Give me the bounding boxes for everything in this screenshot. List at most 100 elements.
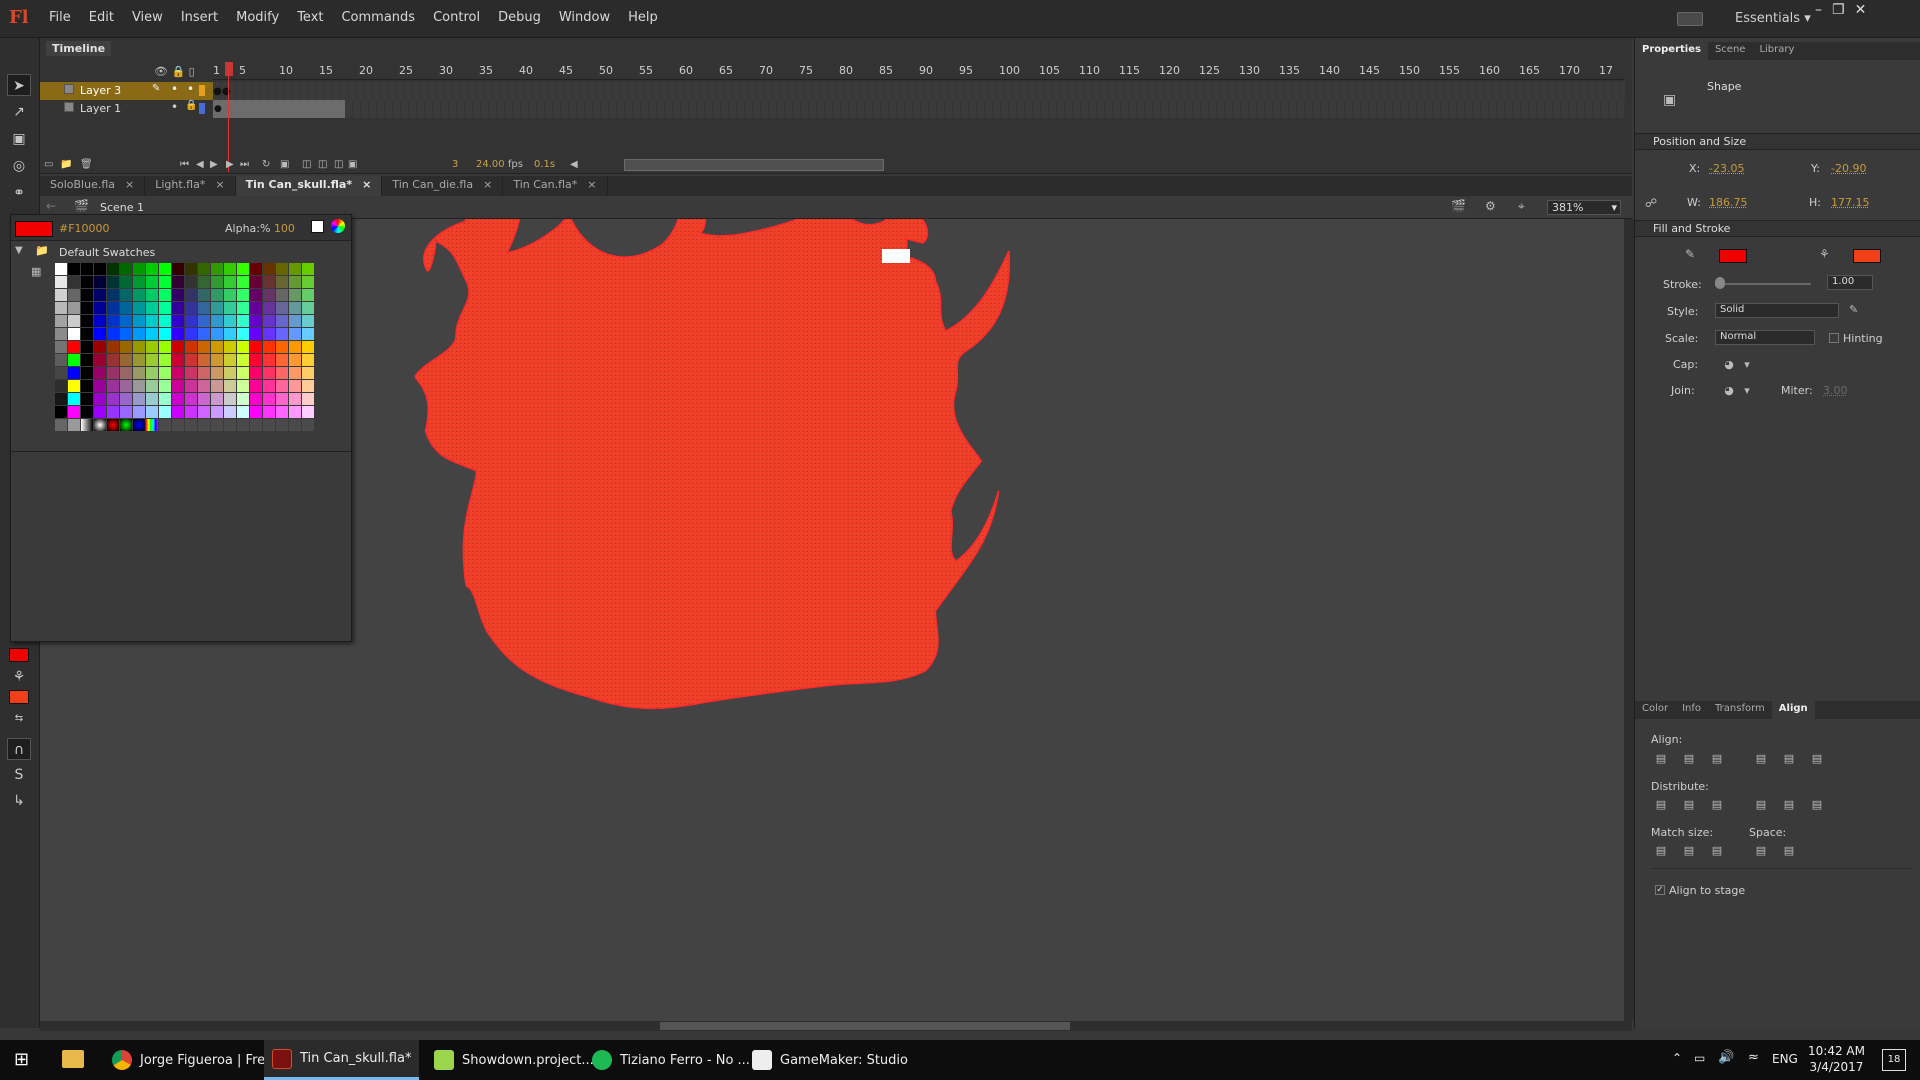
stage-vscroll[interactable]	[1624, 219, 1634, 1021]
color-swatch[interactable]	[55, 263, 67, 275]
tab-properties[interactable]: Properties	[1635, 42, 1708, 60]
color-swatch[interactable]	[81, 354, 93, 366]
color-swatch[interactable]	[146, 289, 158, 301]
join-round-icon[interactable]: ◕	[1721, 384, 1737, 398]
color-swatch[interactable]	[224, 406, 236, 418]
color-swatch[interactable]	[211, 263, 223, 275]
tab-color[interactable]: Color	[1635, 701, 1675, 719]
color-swatch[interactable]	[120, 380, 132, 392]
selection-tool-icon[interactable]: ➤	[7, 74, 31, 96]
match-width-icon[interactable]: ▤	[1653, 844, 1669, 858]
color-swatch[interactable]	[185, 276, 197, 288]
tab-scene[interactable]: Scene	[1708, 42, 1753, 60]
color-swatch[interactable]	[237, 380, 249, 392]
scale-select[interactable]: Normal	[1715, 330, 1815, 345]
scroll-left-icon[interactable]: ◀	[570, 159, 578, 170]
color-swatch[interactable]	[107, 367, 119, 379]
color-swatch[interactable]	[237, 289, 249, 301]
color-swatch[interactable]	[211, 354, 223, 366]
color-swatch[interactable]	[94, 315, 106, 327]
color-swatch[interactable]	[185, 367, 197, 379]
gradient-swatch[interactable]	[224, 419, 236, 431]
color-swatch[interactable]	[146, 276, 158, 288]
color-swatch[interactable]	[263, 393, 275, 405]
color-swatch[interactable]	[68, 406, 80, 418]
stroke-slider-track[interactable]	[1715, 283, 1811, 285]
color-swatch[interactable]	[224, 263, 236, 275]
step-back-icon[interactable]: ◀	[196, 159, 204, 170]
hscroll-thumb[interactable]	[660, 1022, 1070, 1030]
color-swatch[interactable]	[107, 328, 119, 340]
chevron-down-icon[interactable]: ▾	[1739, 384, 1755, 398]
menu-help[interactable]: Help	[619, 10, 667, 25]
lock-dot[interactable]: •	[187, 82, 194, 96]
no-color-icon[interactable]	[311, 220, 324, 233]
align-left-icon[interactable]: ▤	[1653, 752, 1669, 766]
color-swatch[interactable]	[120, 393, 132, 405]
gradient-swatch[interactable]	[276, 419, 288, 431]
free-transform-tool-icon[interactable]: ▣	[7, 128, 31, 150]
color-swatch[interactable]	[133, 315, 145, 327]
space-vertical-icon[interactable]: ▤	[1753, 844, 1769, 858]
color-swatch[interactable]	[81, 276, 93, 288]
3d-rotation-tool-icon[interactable]: ◎	[7, 155, 31, 177]
new-folder-icon[interactable]: 📁	[60, 159, 72, 170]
color-swatch[interactable]	[237, 276, 249, 288]
menu-file[interactable]: File	[40, 10, 80, 25]
color-swatch[interactable]	[224, 393, 236, 405]
color-swatch[interactable]	[172, 406, 184, 418]
play-icon[interactable]: ▶	[210, 159, 218, 170]
match-both-icon[interactable]: ▤	[1709, 844, 1725, 858]
color-swatch[interactable]	[250, 406, 262, 418]
h-value[interactable]: 177.15	[1831, 196, 1870, 209]
snap-magnet-icon[interactable]: ∩	[7, 738, 31, 760]
color-swatch[interactable]	[276, 354, 288, 366]
color-swatch[interactable]	[146, 406, 158, 418]
cap-round-icon[interactable]: ◕	[1721, 358, 1737, 372]
color-swatch[interactable]	[159, 367, 171, 379]
battery-icon[interactable]: ▭	[1694, 1051, 1705, 1065]
color-swatch[interactable]	[224, 367, 236, 379]
onion-outline-icon[interactable]: ◫	[318, 159, 327, 170]
zoom-select[interactable]: 381% ▾	[1547, 200, 1621, 215]
color-swatch[interactable]	[94, 263, 106, 275]
color-swatch[interactable]	[250, 289, 262, 301]
color-swatch[interactable]	[276, 380, 288, 392]
color-swatch[interactable]	[250, 354, 262, 366]
color-swatch[interactable]	[159, 406, 171, 418]
distribute-vcenter-icon[interactable]: ▤	[1681, 798, 1697, 812]
color-swatch[interactable]	[185, 406, 197, 418]
color-swatch[interactable]	[211, 289, 223, 301]
color-swatch[interactable]	[133, 302, 145, 314]
layer-name[interactable]: Layer 3	[80, 84, 121, 97]
color-swatch[interactable]	[250, 393, 262, 405]
flame-shape[interactable]	[413, 219, 1010, 710]
color-swatch[interactable]	[172, 367, 184, 379]
color-swatch[interactable]	[133, 263, 145, 275]
color-swatch[interactable]	[237, 406, 249, 418]
color-swatch[interactable]	[250, 263, 262, 275]
center-stage-icon[interactable]: ⌖	[1518, 199, 1525, 214]
edit-scene-icon[interactable]: 🎬	[1451, 199, 1466, 213]
paint-bucket-icon[interactable]: ⚘	[7, 666, 31, 688]
color-swatch[interactable]	[185, 315, 197, 327]
color-swatch[interactable]	[302, 380, 314, 392]
edit-symbols-icon[interactable]: ⚙	[1485, 199, 1496, 213]
doc-tab-soloblue[interactable]: SoloBlue.fla ×	[40, 176, 146, 196]
color-swatch[interactable]	[276, 315, 288, 327]
gradient-swatch[interactable]	[185, 419, 197, 431]
color-swatch[interactable]	[68, 380, 80, 392]
color-swatch[interactable]	[250, 276, 262, 288]
color-swatch[interactable]	[55, 380, 67, 392]
color-swatch[interactable]	[159, 393, 171, 405]
color-swatch[interactable]	[224, 328, 236, 340]
color-swatch[interactable]	[55, 393, 67, 405]
color-swatch[interactable]	[133, 328, 145, 340]
color-swatch[interactable]	[68, 302, 80, 314]
color-swatch[interactable]	[198, 328, 210, 340]
color-swatch[interactable]	[302, 263, 314, 275]
smooth-icon[interactable]: S	[7, 764, 31, 786]
color-swatch[interactable]	[172, 302, 184, 314]
color-swatch[interactable]	[237, 354, 249, 366]
color-swatch[interactable]	[172, 276, 184, 288]
